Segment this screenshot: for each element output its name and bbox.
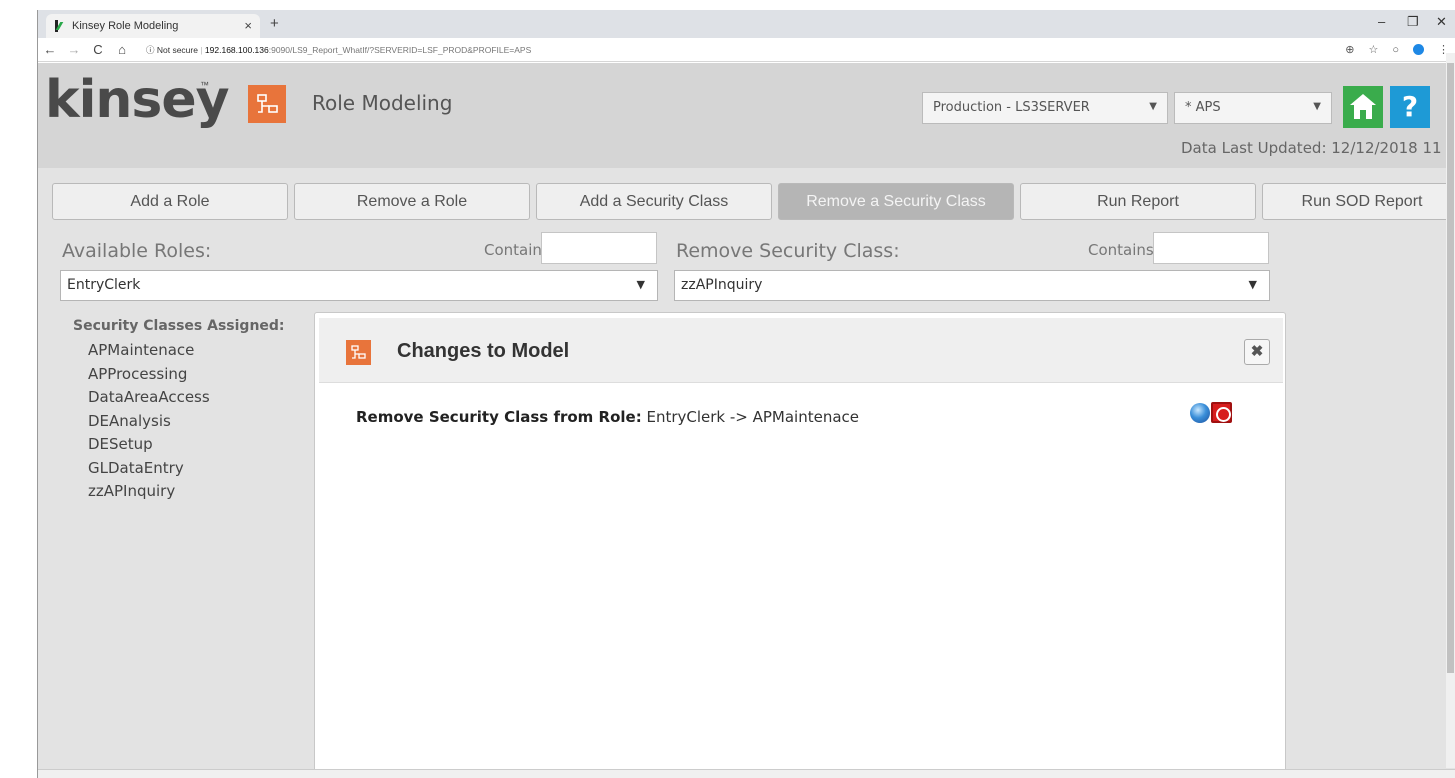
dialog-header: Changes to Model ✖ — [319, 318, 1283, 383]
dialog-title: Changes to Model — [397, 340, 570, 362]
list-item: DEAnalysis — [88, 411, 171, 430]
data-last-updated: Data Last Updated: 12/12/2018 11 — [1181, 139, 1442, 157]
tab-title: Kinsey Role Modeling — [72, 20, 179, 32]
kinsey-favicon-icon — [54, 20, 66, 32]
logo-trademark: ™ — [200, 80, 209, 90]
scrollbar-thumb[interactable] — [1447, 63, 1454, 673]
extension-icon[interactable]: ○ — [1392, 44, 1399, 56]
remove-security-class-label: Remove Security Class: — [676, 240, 900, 262]
address-bar: ← → C ⌂ ⓘ Not secure | 192.168.100.136:9… — [38, 38, 1455, 62]
back-icon[interactable]: ← — [38, 42, 62, 57]
server-select[interactable]: Production - LS3SERVER ▼ — [922, 92, 1168, 124]
minimize-button[interactable]: – — [1378, 14, 1385, 29]
role-modeling-icon — [248, 85, 286, 123]
module-title: Role Modeling — [312, 91, 453, 115]
list-item: GLDataEntry — [88, 458, 184, 477]
add-role-button[interactable]: Add a Role — [52, 183, 288, 220]
available-roles-value: EntryClerk — [67, 277, 141, 293]
list-item: DataAreaAccess — [88, 388, 210, 406]
url-path: :9090/LS9_Report_WhatIf/?SERVERID=LSF_PR… — [268, 44, 532, 55]
browser-tab-bar: Kinsey Role Modeling × + – ❐ ✕ — [38, 10, 1455, 38]
profile-select[interactable]: * APS ▼ — [1174, 92, 1332, 124]
chevron-down-icon: ▼ — [1248, 278, 1257, 291]
restore-button[interactable]: ❐ — [1407, 14, 1419, 30]
change-type: Remove Security Class from Role: — [356, 408, 642, 426]
remove-security-class-value: zzAPInquiry — [681, 277, 763, 293]
add-security-class-button[interactable]: Add a Security Class — [536, 183, 772, 220]
new-tab-button[interactable]: + — [270, 15, 279, 32]
dialog-close-button[interactable]: ✖ — [1244, 339, 1270, 365]
reload-icon[interactable]: C — [86, 42, 110, 57]
app-header: kinsey ™ Role Modeling Production - LS3S… — [38, 63, 1455, 168]
chevron-down-icon: ▼ — [1149, 101, 1157, 112]
vertical-scrollbar[interactable] — [1446, 53, 1455, 768]
help-button[interactable]: ? — [1390, 86, 1430, 128]
changes-to-model-dialog: Changes to Model ✖ Remove Security Class… — [314, 312, 1286, 778]
run-report-button[interactable]: Run Report — [1020, 183, 1256, 220]
zoom-icon[interactable]: ⊕ — [1345, 43, 1354, 56]
run-sod-report-button[interactable]: Run SOD Report — [1262, 183, 1455, 220]
security-classes-assigned-heading: Security Classes Assigned: — [73, 318, 285, 334]
chevron-down-icon: ▼ — [636, 278, 645, 291]
roles-contains-input[interactable] — [541, 232, 657, 264]
list-item: DESetup — [88, 435, 153, 453]
change-entry: Remove Security Class from Role: EntryCl… — [356, 408, 859, 426]
app-container: kinsey ™ Role Modeling Production - LS3S… — [38, 63, 1455, 778]
available-roles-label: Available Roles: — [62, 240, 212, 262]
remove-security-class-button[interactable]: Remove a Security Class — [778, 183, 1014, 220]
list-item: APMaintenace — [88, 341, 195, 359]
chevron-down-icon: ▼ — [1313, 101, 1321, 112]
class-contains-label: Contains: — [1088, 241, 1159, 259]
list-item: APProcessing — [88, 364, 188, 383]
change-detail: EntryClerk -> APMaintenace — [641, 408, 860, 426]
home-button[interactable] — [1343, 86, 1383, 128]
server-select-value: Production - LS3SERVER — [933, 100, 1090, 115]
security-classes-assigned-list: APMaintenace APProcessing DataAreaAccess… — [88, 339, 210, 504]
home-nav-icon[interactable]: ⌂ — [110, 42, 134, 57]
remove-security-class-select[interactable]: zzAPInquiry ▼ — [674, 270, 1270, 301]
security-indicator[interactable]: ⓘ Not secure — [146, 45, 198, 55]
tab-close-icon[interactable]: × — [244, 18, 252, 33]
profile-select-value: * APS — [1185, 100, 1221, 115]
url-host: 192.168.100.136 — [204, 44, 269, 55]
kinsey-logo: kinsey — [45, 70, 230, 130]
remove-change-icon[interactable] — [1211, 402, 1232, 423]
available-roles-select[interactable]: EntryClerk ▼ — [60, 270, 658, 301]
home-icon — [1350, 94, 1376, 119]
list-item: zzAPInquiry — [88, 482, 176, 500]
profile-avatar-icon[interactable] — [1413, 44, 1424, 55]
browser-window: Kinsey Role Modeling × + – ❐ ✕ ← → C ⌂ ⓘ… — [37, 10, 1455, 778]
horizontal-scrollbar[interactable] — [38, 769, 1455, 778]
browser-tab[interactable]: Kinsey Role Modeling × — [46, 14, 260, 38]
bookmark-star-icon[interactable]: ☆ — [1368, 43, 1378, 56]
forward-icon[interactable]: → — [62, 42, 86, 57]
close-window-button[interactable]: ✕ — [1436, 14, 1447, 30]
url-field[interactable]: ⓘ Not secure | 192.168.100.136:9090/LS9_… — [146, 44, 531, 56]
globe-icon[interactable] — [1190, 403, 1210, 423]
class-contains-input[interactable] — [1153, 232, 1269, 264]
role-modeling-icon — [346, 340, 371, 365]
browser-actions: ⊕ ☆ ○ ⋮ — [1345, 43, 1449, 57]
remove-role-button[interactable]: Remove a Role — [294, 183, 530, 220]
